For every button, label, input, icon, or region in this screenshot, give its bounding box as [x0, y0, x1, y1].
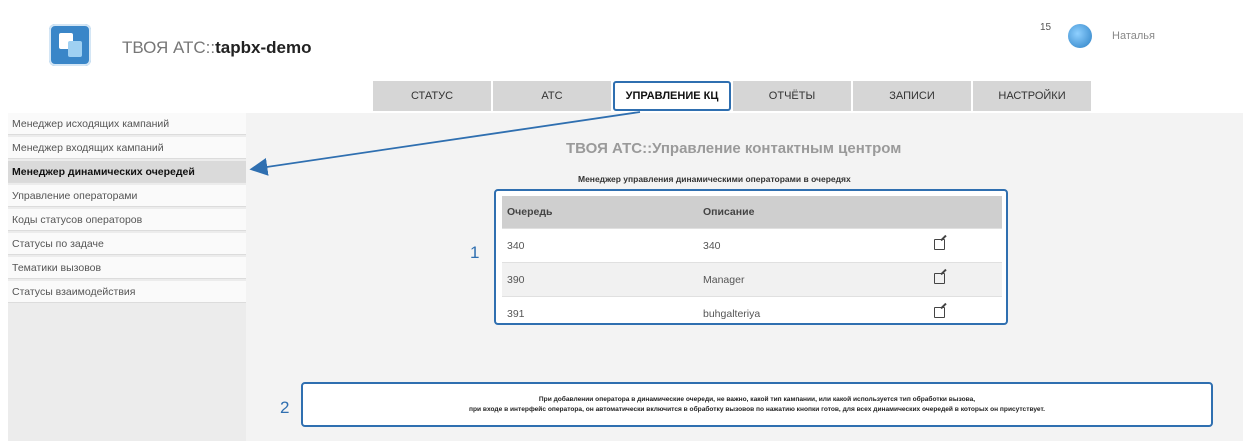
callout-number-1: 1 — [470, 243, 480, 262]
sidebar-item-incoming-campaigns[interactable]: Менеджер входящих кампаний — [8, 137, 246, 159]
app-title-prefix: ТВОЯ АТС:: — [122, 38, 216, 57]
column-header-queue[interactable]: Очередь — [502, 196, 698, 229]
queue-cell: 340 — [502, 228, 698, 263]
app-title-instance: tapbx-demo — [215, 38, 312, 57]
sidebar-item-operators[interactable]: Управление операторами — [8, 185, 246, 207]
queue-cell: 391 — [502, 296, 698, 330]
sidebar: Менеджер исходящих кампаний Менеджер вхо… — [8, 113, 246, 441]
edit-cell — [929, 296, 1002, 330]
sidebar-item-task-statuses[interactable]: Статусы по задаче — [8, 233, 246, 255]
app-title: ТВОЯ АТС::tapbx-demo — [122, 38, 311, 58]
info-note: При добавлении оператора в динамические … — [301, 382, 1213, 427]
description-cell: Manager — [698, 262, 929, 297]
sidebar-item-call-topics[interactable]: Тематики вызовов — [8, 257, 246, 279]
edit-cell — [929, 262, 1002, 297]
column-header-description[interactable]: Описание — [698, 196, 929, 229]
table-row: 391 buhgalteriya — [502, 296, 1002, 330]
app-logo-icon[interactable] — [49, 24, 91, 66]
notification-count[interactable]: 15 — [1040, 22, 1051, 33]
sidebar-item-outgoing-campaigns[interactable]: Менеджер исходящих кампаний — [8, 113, 246, 135]
table-header-row: Очередь Описание — [502, 196, 1002, 229]
queue-table: Очередь Описание 340 340 390 Manager 391… — [494, 189, 1008, 330]
info-note-line-1: При добавлении оператора в динамические … — [538, 395, 976, 403]
section-subtitle: Менеджер управления динамическими операт… — [578, 174, 851, 184]
tab-settings[interactable]: Настройки — [973, 81, 1091, 111]
info-note-line-2: при входе в интерфейс оператора, он авто… — [469, 405, 1045, 413]
sidebar-item-operator-status-codes[interactable]: Коды статусов операторов — [8, 209, 246, 231]
queue-cell: 390 — [502, 262, 698, 297]
table-row: 340 340 — [502, 228, 1002, 263]
callout-number-2: 2 — [280, 398, 290, 417]
sidebar-item-interaction-statuses[interactable]: Статусы взаимодействия — [8, 281, 246, 303]
tab-pbx[interactable]: АТС — [493, 81, 611, 111]
page-title: ТВОЯ АТС::Управление контактным центром — [566, 140, 902, 157]
user-avatar-icon[interactable] — [1068, 24, 1092, 48]
tab-contact-center[interactable]: Управление КЦ — [613, 81, 731, 111]
tab-records[interactable]: Записи — [853, 81, 971, 111]
edit-icon[interactable] — [934, 238, 945, 250]
description-cell: 340 — [698, 228, 929, 263]
queue-table-grid: Очередь Описание 340 340 390 Manager 391… — [502, 196, 1002, 330]
header: ТВОЯ АТС::tapbx-demo 15 Наталья — [0, 0, 1243, 78]
edit-icon[interactable] — [934, 306, 945, 318]
description-cell: buhgalteriya — [698, 296, 929, 330]
edit-cell — [929, 228, 1002, 263]
table-row: 390 Manager — [502, 262, 1002, 297]
tab-reports[interactable]: Отчёты — [733, 81, 851, 111]
sidebar-item-dynamic-queues[interactable]: Менеджер динамических очередей — [8, 161, 246, 183]
column-header-actions — [929, 196, 1002, 229]
top-navigation: Статус АТС Управление КЦ Отчёты Записи Н… — [373, 81, 1093, 111]
edit-icon[interactable] — [934, 272, 945, 284]
user-name[interactable]: Наталья — [1112, 30, 1155, 42]
tab-status[interactable]: Статус — [373, 81, 491, 111]
